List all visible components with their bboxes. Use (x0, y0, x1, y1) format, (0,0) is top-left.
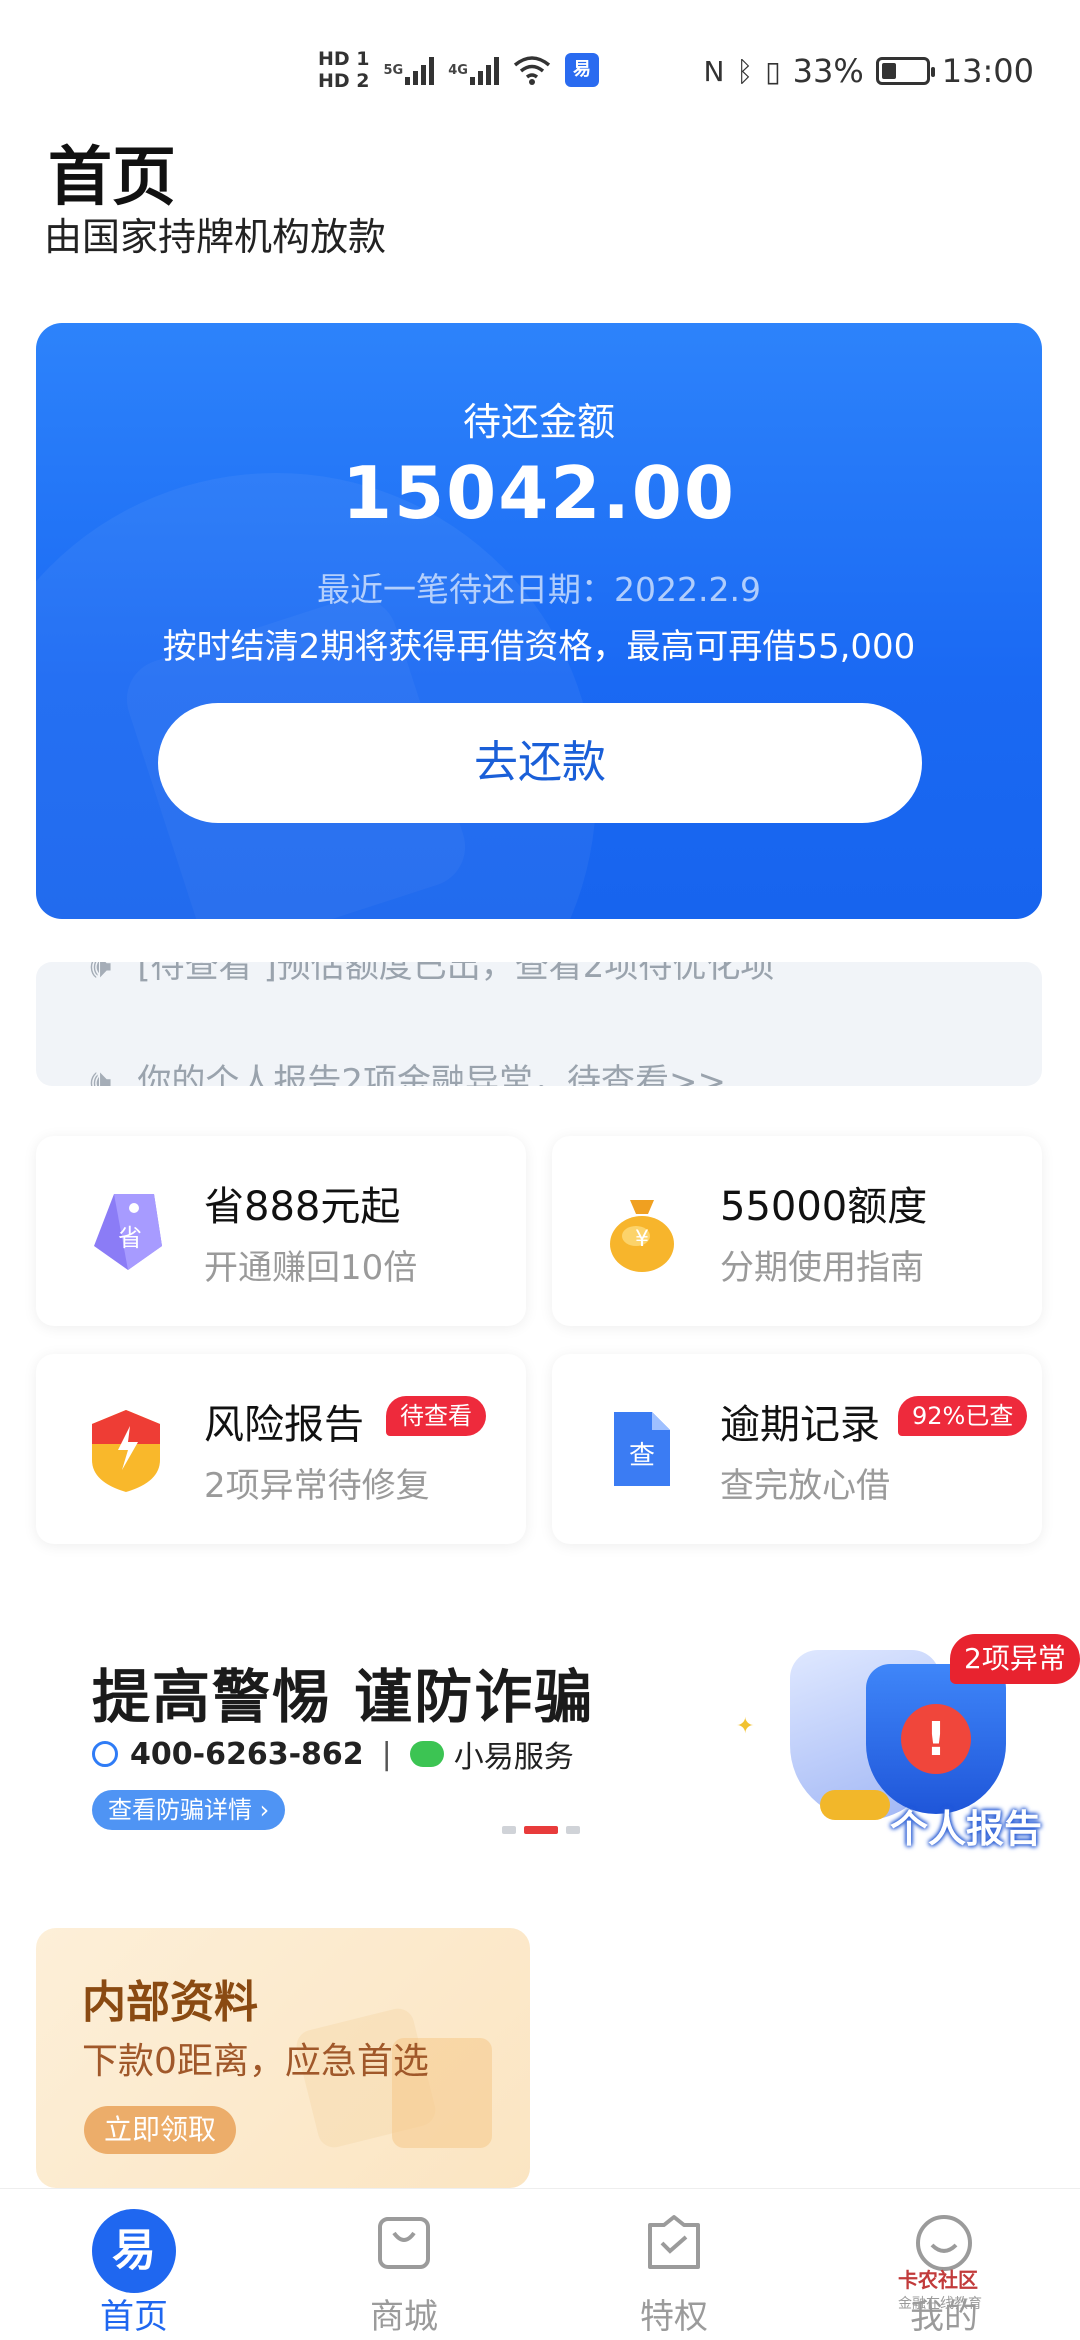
watermark-title: 卡农社区 (898, 2268, 978, 2292)
tile-title: 逾期记录 (720, 1402, 880, 1448)
tile-overdue-record[interactable]: 查 逾期记录 92%已查 查完放心借 (552, 1354, 1042, 1544)
banner-contact: 400-6263-862 | 小易服务 (92, 1732, 574, 1776)
watermark: 卡农社区 金融在线教育 (898, 2264, 982, 2313)
phone-icon (92, 1741, 118, 1767)
status-left: HD 1 HD 2 5G 4G 易 (318, 48, 599, 92)
fraud-details-label: 查看防骗详情 (108, 1796, 252, 1824)
net1-label: 5G (383, 62, 404, 78)
status-bar: HD 1 HD 2 5G 4G 易 N ᛒ ▯ 33% 13:00 (0, 0, 1080, 150)
tile-subtitle: 查完放心借 (720, 1466, 890, 1506)
banner-title: 提高警惕 谨防诈骗 (92, 1663, 595, 1731)
coins-icon (820, 1790, 890, 1820)
tile-title: 省888元起 (204, 1184, 401, 1230)
anti-fraud-banner[interactable]: 提高警惕 谨防诈骗 400-6263-862 | 小易服务 查看防骗详情 › ✦… (36, 1620, 1080, 1860)
battery-fill (881, 63, 896, 79)
signal-4g-icon: 4G (448, 55, 499, 85)
service-account: 小易服务 (453, 1740, 574, 1775)
carousel-dot-active (524, 1826, 558, 1834)
tab-home[interactable]: 易 首页 (44, 2189, 224, 2340)
app-notification-icon: 易 (564, 53, 599, 87)
tile-title: 55000额度 (720, 1184, 928, 1230)
tab-label: 商城 (370, 2297, 438, 2337)
tab-mall[interactable]: 商城 (314, 2189, 494, 2340)
carousel-dot (566, 1826, 580, 1834)
home-screen: HD 1 HD 2 5G 4G 易 N ᛒ ▯ 33% 13:00 首页 由国家… (0, 0, 1080, 2340)
anomaly-badge: 2项异常 (950, 1634, 1080, 1684)
wechat-icon (409, 1741, 444, 1767)
status-right: N ᛒ ▯ 33% 13:00 (703, 52, 1034, 90)
watermark-subtitle: 金融在线教育 (898, 2296, 982, 2312)
bag-icon-text: ¥ (635, 1227, 649, 1252)
shield-alert-icon (92, 1410, 160, 1492)
bluetooth-icon: ᛒ (736, 54, 754, 88)
hotline-number[interactable]: 400-6263-862 (130, 1737, 364, 1772)
hd1-label: HD 1 (318, 48, 370, 70)
status-badge: 待查看 (386, 1396, 486, 1436)
notice-ticker[interactable]: 🕪 [待查看 ]预估额度已出，查看2项待优化项 🕪 你的个人报告2项金融异常，待查看… (36, 962, 1042, 1086)
tile-credit-limit[interactable]: ¥ 55000额度 分期使用指南 (552, 1136, 1042, 1326)
battery-percent: 33% (792, 52, 864, 90)
claim-button[interactable]: 立即领取 (84, 2106, 237, 2154)
privilege-icon (648, 2215, 700, 2269)
notice-text: 你的个人报告2项金融异常，待查看>> (137, 1062, 727, 1086)
signal-5g-icon: 5G (384, 55, 435, 85)
hd2-label: HD 2 (318, 70, 370, 92)
tile-subtitle: 分期使用指南 (720, 1248, 924, 1288)
repayment-label: 待还金额 (462, 400, 615, 444)
wifi-icon (513, 56, 551, 85)
carousel-indicator (502, 1826, 580, 1834)
notice-text: [待查看 ]预估额度已出，查看2项待优化项 (137, 962, 775, 986)
clock: 13:00 (941, 52, 1034, 90)
contact-separator: | (381, 1736, 392, 1772)
tab-label: 首页 (100, 2297, 168, 2337)
tile-save-money[interactable]: 省 省888元起 开通赚回10倍 (36, 1136, 526, 1326)
reborrow-note: 按时结清2期将获得再借资格，最高可再借55,000 (162, 627, 916, 667)
repayment-card: 待还金额 15042.00 最近一笔待还日期：2022.2.9 按时结清2期将获… (36, 323, 1042, 919)
chevron-right-icon: › (252, 1796, 270, 1824)
carousel-dot (502, 1826, 516, 1834)
page-title: 首页 (48, 141, 176, 215)
personal-report-illustration: ✦ ! 2项异常 个人报告 (736, 1614, 1080, 1854)
speaker-icon: 🕪 (90, 1062, 112, 1086)
fraud-details-link[interactable]: 查看防骗详情 › (92, 1790, 286, 1830)
repay-button[interactable]: 去还款 (158, 703, 922, 823)
hd-indicator: HD 1 HD 2 (318, 48, 370, 92)
tab-label: 特权 (640, 2297, 708, 2337)
promo-subtitle: 下款0距离，应急首选 (82, 2041, 429, 2082)
status-badge: 92%已查 (898, 1396, 1028, 1436)
net2-label: 4G (448, 62, 468, 78)
tile-subtitle: 2项异常待修复 (204, 1466, 430, 1506)
vibrate-icon: ▯ (765, 54, 781, 88)
warning-icon: ! (901, 1704, 971, 1774)
battery-icon (875, 57, 935, 85)
page-subtitle: 由国家持牌机构放款 (44, 215, 387, 259)
tile-risk-report[interactable]: 风险报告 待查看 2项异常待修复 (36, 1354, 526, 1544)
nfc-icon: N (703, 54, 725, 88)
repayment-due-date: 最近一笔待还日期：2022.2.9 (317, 570, 761, 609)
money-bag-icon: ¥ (610, 1200, 674, 1272)
promo-card[interactable]: 内部资料 下款0距离，应急首选 立即领取 (36, 1928, 530, 2188)
promo-title: 内部资料 (82, 1977, 258, 2028)
purple-tag-icon: 省 (94, 1194, 162, 1270)
speaker-icon: 🕪 (90, 962, 112, 986)
document-check-icon: 查 (614, 1412, 670, 1486)
tile-title: 风险报告 (204, 1402, 364, 1448)
sparkle-icon: ✦ (736, 1714, 755, 1739)
notice-item[interactable]: 🕪 你的个人报告2项金融异常，待查看>> (90, 1054, 726, 1086)
tab-privilege[interactable]: 特权 (584, 2189, 764, 2340)
shopping-bag-icon (378, 2217, 430, 2269)
tile-subtitle: 开通赚回10倍 (204, 1248, 418, 1288)
home-icon: 易 (92, 2209, 176, 2293)
notice-item[interactable]: 🕪 [待查看 ]预估额度已出，查看2项待优化项 (90, 962, 774, 987)
tag-icon-text: 省 (118, 1224, 142, 1252)
document-icon-text: 查 (629, 1441, 655, 1471)
repayment-amount: 15042.00 (341, 451, 737, 535)
personal-report-label: 个人报告 (890, 1807, 1043, 1851)
